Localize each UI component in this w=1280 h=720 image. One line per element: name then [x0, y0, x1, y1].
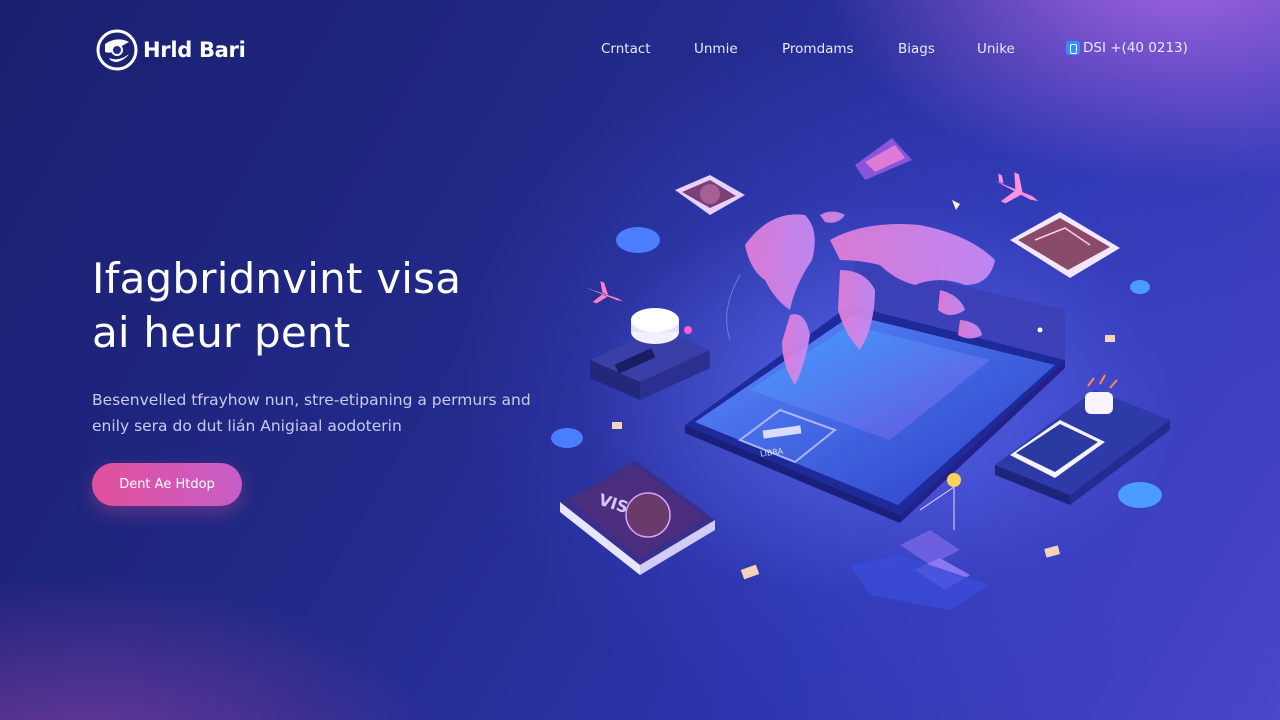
nav-item-biags[interactable]: Biags — [898, 41, 935, 57]
hero-illustration: LIBRA VISA — [551, 138, 1180, 610]
hero-headline: Ifagbridnvint visa ai heur pent — [92, 252, 562, 360]
hero-headline-line-1: Ifagbridnvint visa — [92, 254, 462, 303]
airplane-icon — [994, 172, 1039, 204]
hero-headline-line-2: ai heur pent — [92, 308, 351, 357]
nav-item-contact[interactable]: Crntact — [601, 41, 651, 57]
hero-subtitle: Besenvelled tfrayhow nun, stre-etipaning… — [92, 387, 552, 439]
photo-tile — [675, 175, 745, 215]
phone-link[interactable]: DSI +(40 0213) — [1066, 40, 1188, 56]
cta-button[interactable]: Dent Ae Htdop — [92, 463, 242, 506]
nav-item-promdams[interactable]: Promdams — [782, 41, 854, 57]
phone-number: DSI +(40 0213) — [1083, 40, 1188, 56]
nav-item-unike[interactable]: Unike — [977, 41, 1015, 57]
nav-item-unmie[interactable]: Unmie — [694, 41, 738, 57]
hero-subtitle-line-1: Besenvelled tfrayhow nun, stre-etipaning… — [92, 391, 531, 409]
hero-subtitle-line-2: enily sera do dut lián Anigiaal aodoteri… — [92, 417, 402, 435]
phone-icon — [1066, 41, 1080, 55]
